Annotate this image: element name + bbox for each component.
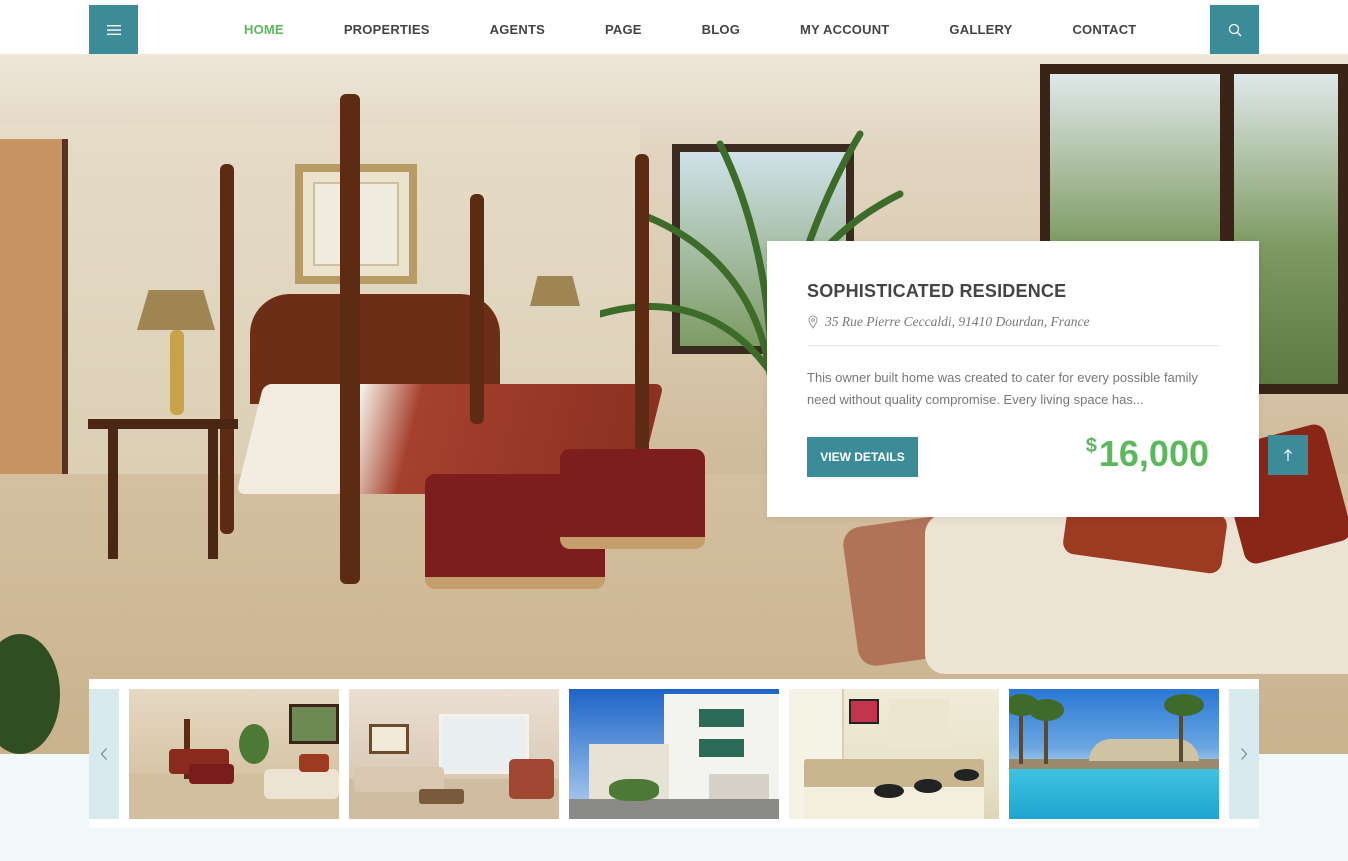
- map-pin-icon: [808, 315, 818, 329]
- hero-lamp: [530, 276, 580, 306]
- hero-doorway: [0, 139, 68, 519]
- price-value: 16,000: [1098, 433, 1209, 474]
- hero-ottoman: [560, 449, 705, 549]
- nav-link-my-account[interactable]: MY ACCOUNT: [800, 22, 889, 37]
- scroll-to-top-button[interactable]: [1268, 435, 1308, 475]
- hero-bed-post: [470, 194, 484, 424]
- search-button[interactable]: [1210, 5, 1259, 54]
- property-card: SOPHISTICATED RESIDENCE 35 Rue Pierre Ce…: [767, 241, 1259, 517]
- property-description: This owner built home was created to cat…: [807, 370, 1198, 407]
- thumbnail-bedroom[interactable]: [129, 689, 339, 819]
- property-title[interactable]: SOPHISTICATED RESIDENCE: [807, 281, 1219, 302]
- chevron-left-icon: [100, 748, 107, 760]
- nav-link-gallery[interactable]: GALLERY: [949, 22, 1012, 37]
- arrow-up-icon: [1284, 449, 1292, 461]
- nav-link-blog[interactable]: BLOG: [702, 22, 740, 37]
- card-divider: [807, 345, 1219, 346]
- gallery-next-button[interactable]: [1229, 689, 1259, 819]
- property-address-row: 35 Rue Pierre Ceccaldi, 91410 Dourdan, F…: [807, 314, 1219, 330]
- nav-links: HOME PROPERTIES AGENTS PAGE BLOG MY ACCO…: [214, 5, 1166, 54]
- thumbnail-pool[interactable]: [1009, 689, 1219, 819]
- search-icon: [1228, 23, 1241, 36]
- nav-link-agents[interactable]: AGENTS: [490, 22, 545, 37]
- nav-link-home[interactable]: HOME: [244, 22, 284, 37]
- thumbnail-house-exterior[interactable]: [569, 689, 779, 819]
- nav-link-contact[interactable]: CONTACT: [1072, 22, 1136, 37]
- hero-nightstand: [88, 419, 238, 559]
- property-price: $16,000: [1086, 433, 1209, 475]
- hero-lamp-base: [170, 330, 184, 415]
- nav-link-page[interactable]: PAGE: [605, 22, 642, 37]
- property-address: 35 Rue Pierre Ceccaldi, 91410 Dourdan, F…: [825, 314, 1090, 329]
- hero-bed-post: [635, 154, 649, 454]
- thumbnail-gallery: [89, 679, 1259, 828]
- thumbnail-living-room[interactable]: [349, 689, 559, 819]
- hamburger-icon: [106, 24, 121, 35]
- card-footer: VIEW DETAILS $16,000: [807, 433, 1219, 477]
- top-navigation: HOME PROPERTIES AGENTS PAGE BLOG MY ACCO…: [0, 0, 1348, 54]
- menu-button[interactable]: [89, 5, 138, 54]
- thumbnail-kitchen[interactable]: [789, 689, 999, 819]
- chevron-right-icon: [1241, 748, 1248, 760]
- view-details-button[interactable]: VIEW DETAILS: [807, 437, 918, 477]
- gallery-prev-button[interactable]: [89, 689, 119, 819]
- price-currency: $: [1085, 435, 1097, 457]
- nav-link-properties[interactable]: PROPERTIES: [344, 22, 430, 37]
- hero-lamp: [137, 290, 215, 330]
- hero-bed-post: [340, 94, 360, 584]
